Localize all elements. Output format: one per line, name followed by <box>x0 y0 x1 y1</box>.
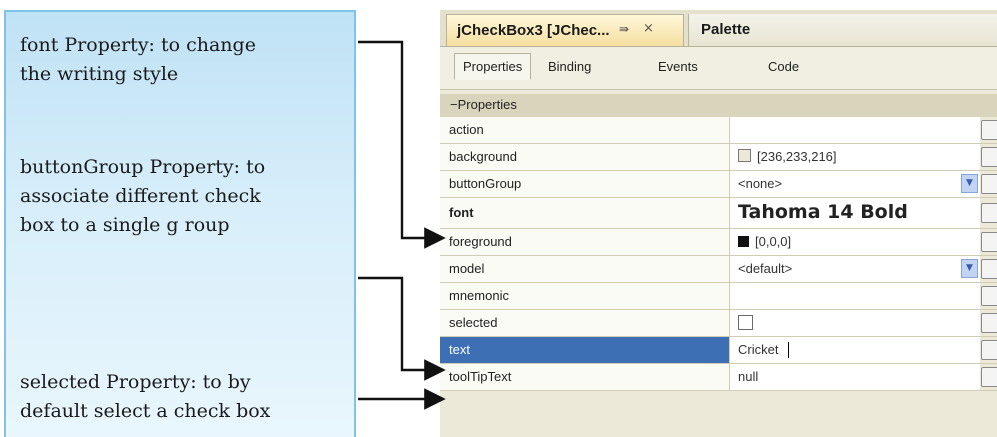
callout-connectors <box>358 40 446 410</box>
font-connector-arrow <box>358 40 446 249</box>
selected-connector-arrow <box>358 276 446 381</box>
